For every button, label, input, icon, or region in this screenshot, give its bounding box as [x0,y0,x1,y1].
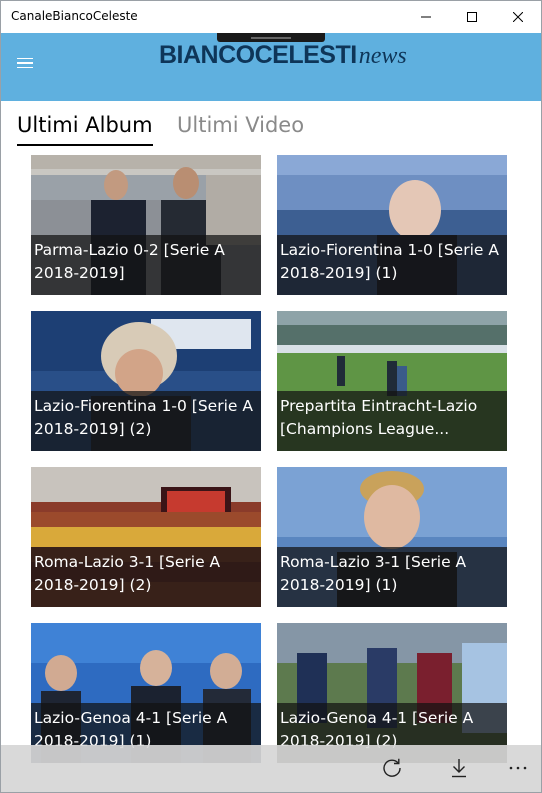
maximize-button[interactable] [449,1,495,33]
close-button[interactable] [495,1,541,33]
album-tile[interactable]: Lazio-Genoa 4-1 [Serie A 2018-2019] (2) [277,623,507,763]
album-tile[interactable]: Prepartita Eintracht-Lazio [Champions Le… [277,311,507,451]
tab-ultimi-album[interactable]: Ultimi Album [17,113,153,137]
album-title: Roma-Lazio 3-1 [Serie A 2018-2019] (2) [34,553,221,594]
album-title: Roma-Lazio 3-1 [Serie A 2018-2019] (1) [280,553,467,594]
album-caption: Parma-Lazio 0-2 [Serie A 2018-2019] [31,235,261,295]
title-bar: CanaleBiancoCeleste [1,1,541,33]
refresh-icon [383,758,401,777]
album-caption: Roma-Lazio 3-1 [Serie A 2018-2019] (1) [277,547,507,607]
refresh-button[interactable] [377,753,407,783]
minimize-icon [421,16,431,18]
logo-sub-text: news [358,43,407,69]
album-title: Prepartita Eintracht-Lazio [Champions Le… [280,397,478,438]
album-tile[interactable]: Lazio-Fiorentina 1-0 [Serie A 2018-2019]… [277,155,507,295]
tab-ultimi-video[interactable]: Ultimi Video [177,113,304,137]
download-button[interactable] [444,753,474,783]
maximize-icon [467,12,477,22]
hamburger-menu-button[interactable] [13,51,37,75]
album-tile[interactable]: Roma-Lazio 3-1 [Serie A 2018-2019] (1) [277,467,507,607]
close-icon [513,12,523,22]
album-title: Lazio-Fiorentina 1-0 [Serie A 2018-2019]… [34,397,253,438]
active-tab-underline [17,144,153,146]
album-tile[interactable]: Roma-Lazio 3-1 [Serie A 2018-2019] (2) [31,467,261,607]
album-caption: Roma-Lazio 3-1 [Serie A 2018-2019] (2) [31,547,261,607]
album-title: Parma-Lazio 0-2 [Serie A 2018-2019] [34,241,225,282]
album-tile[interactable]: Lazio-Genoa 4-1 [Serie A 2018-2019] (1) [31,623,261,763]
logo-main-text: BIANCOCELESTI [159,41,357,69]
download-icon [452,759,466,778]
app-header: BIANCOCELESTInews [1,33,541,101]
minimize-button[interactable] [403,1,449,33]
album-caption: Lazio-Fiorentina 1-0 [Serie A 2018-2019]… [277,235,507,295]
hamburger-icon [17,57,33,60]
app-window: CanaleBiancoCeleste BIANCOCELESTInews Ul… [0,0,542,793]
album-tile[interactable]: Lazio-Fiorentina 1-0 [Serie A 2018-2019]… [31,311,261,451]
window-title: CanaleBiancoCeleste [11,9,138,23]
bottom-app-bar [1,745,541,792]
album-title: Lazio-Fiorentina 1-0 [Serie A 2018-2019]… [280,241,499,282]
app-logo: BIANCOCELESTInews [159,41,407,70]
album-caption: Lazio-Fiorentina 1-0 [Serie A 2018-2019]… [31,391,261,451]
more-options-button[interactable] [503,753,533,783]
album-caption: Prepartita Eintracht-Lazio [Champions Le… [277,391,507,451]
album-tile[interactable]: Parma-Lazio 0-2 [Serie A 2018-2019] [31,155,261,295]
more-icon [509,766,527,770]
